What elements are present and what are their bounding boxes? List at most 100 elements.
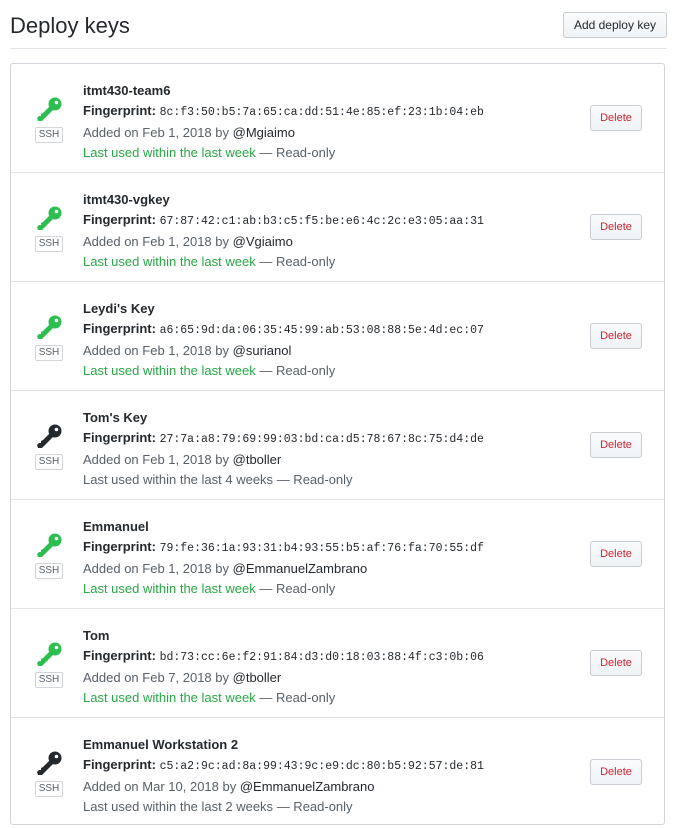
usage-line: Last used within the last 2 weeks — Read… <box>83 797 484 817</box>
ssh-badge: SSH <box>34 563 64 579</box>
deploy-keys-page: Deploy keys Add deploy key SSH itmt430-t… <box>0 0 673 829</box>
ssh-badge: SSH <box>34 781 64 797</box>
last-used: Last used within the last 2 weeks <box>83 799 274 814</box>
added-line: Added on Feb 7, 2018 by @tboller <box>83 668 484 688</box>
access-level: — Read-only <box>259 581 336 596</box>
key-icon-column: SSH <box>34 96 64 143</box>
key-icon-column: SSH <box>34 314 64 361</box>
key-icon-column: SSH <box>34 750 64 797</box>
access-level: — Read-only <box>259 363 336 378</box>
key-icon <box>37 315 62 339</box>
key-details: Emmanuel Fingerprint: 79:fe:36:1a:93:31:… <box>83 517 484 599</box>
added-line: Added on Feb 1, 2018 by @surianol <box>83 341 484 361</box>
ssh-badge: SSH <box>34 236 64 252</box>
fingerprint-value: bd:73:cc:6e:f2:91:84:d3:d0:18:03:88:4f:c… <box>159 651 484 664</box>
deploy-key-row: SSH itmt430-vgkey Fingerprint: 67:87:42:… <box>11 173 664 282</box>
last-used: Last used within the last week <box>83 581 256 596</box>
added-line: Added on Feb 1, 2018 by @EmmanuelZambran… <box>83 559 484 579</box>
added-by-user: @surianol <box>232 343 292 358</box>
fingerprint-value: 67:87:42:c1:ab:b3:c5:f5:be:e6:4c:2c:e3:0… <box>159 215 484 228</box>
key-icon <box>37 97 62 121</box>
key-name: itmt430-team6 <box>83 83 171 98</box>
last-used: Last used within the last week <box>83 254 256 269</box>
added-line: Added on Feb 1, 2018 by @Vgiaimo <box>83 232 484 252</box>
added-line: Added on Mar 10, 2018 by @EmmanuelZambra… <box>83 777 484 797</box>
key-name: Tom <box>83 628 110 643</box>
delete-key-button[interactable]: Delete <box>590 759 642 785</box>
deploy-key-row: SSH Emmanuel Workstation 2 Fingerprint: … <box>11 718 664 827</box>
last-used: Last used within the last week <box>83 690 256 705</box>
delete-key-button[interactable]: Delete <box>590 650 642 676</box>
page-header: Deploy keys Add deploy key <box>10 0 667 49</box>
fingerprint-value: 27:7a:a8:79:69:99:03:bd:ca:d5:78:67:8c:7… <box>159 433 484 446</box>
added-date: Added on Feb 1, 2018 by <box>83 561 230 576</box>
add-deploy-key-button[interactable]: Add deploy key <box>562 12 667 38</box>
deploy-key-row: SSH itmt430-team6 Fingerprint: 8c:f3:50:… <box>11 64 664 173</box>
key-details: itmt430-team6 Fingerprint: 8c:f3:50:b5:7… <box>83 81 484 163</box>
fingerprint-line: Fingerprint: 8c:f3:50:b5:7a:65:ca:dd:51:… <box>83 101 484 123</box>
key-details: Tom's Key Fingerprint: 27:7a:a8:79:69:99… <box>83 408 484 490</box>
fingerprint-label: Fingerprint: <box>83 757 156 772</box>
fingerprint-label: Fingerprint: <box>83 103 156 118</box>
fingerprint-line: Fingerprint: a6:65:9d:da:06:35:45:99:ab:… <box>83 319 484 341</box>
added-by-user: @EmmanuelZambrano <box>239 779 375 794</box>
key-details: Leydi's Key Fingerprint: a6:65:9d:da:06:… <box>83 299 484 381</box>
key-icon <box>37 424 62 448</box>
key-icon <box>37 533 62 557</box>
fingerprint-value: 79:fe:36:1a:93:31:b4:93:55:b5:af:76:fa:7… <box>159 542 484 555</box>
fingerprint-label: Fingerprint: <box>83 212 156 227</box>
deploy-key-row: SSH Tom Fingerprint: bd:73:cc:6e:f2:91:8… <box>11 609 664 718</box>
fingerprint-line: Fingerprint: bd:73:cc:6e:f2:91:84:d3:d0:… <box>83 646 484 668</box>
added-line: Added on Feb 1, 2018 by @tboller <box>83 450 484 470</box>
last-used: Last used within the last week <box>83 145 256 160</box>
added-date: Added on Feb 1, 2018 by <box>83 125 230 140</box>
page-title: Deploy keys <box>10 13 130 38</box>
added-by-user: @EmmanuelZambrano <box>232 561 368 576</box>
key-details: Emmanuel Workstation 2 Fingerprint: c5:a… <box>83 735 484 817</box>
key-icon-column: SSH <box>34 423 64 470</box>
key-icon <box>37 206 62 230</box>
added-date: Added on Feb 1, 2018 by <box>83 234 230 249</box>
added-date: Added on Feb 1, 2018 by <box>83 343 230 358</box>
key-icon <box>37 642 62 666</box>
key-name: Emmanuel <box>83 519 149 534</box>
ssh-badge: SSH <box>34 454 64 470</box>
fingerprint-line: Fingerprint: 27:7a:a8:79:69:99:03:bd:ca:… <box>83 428 484 450</box>
delete-key-button[interactable]: Delete <box>590 323 642 349</box>
access-level: — Read-only <box>276 799 353 814</box>
fingerprint-label: Fingerprint: <box>83 321 156 336</box>
delete-key-button[interactable]: Delete <box>590 432 642 458</box>
access-level: — Read-only <box>259 690 336 705</box>
fingerprint-label: Fingerprint: <box>83 430 156 445</box>
usage-line: Last used within the last week — Read-on… <box>83 688 484 708</box>
added-by-user: @tboller <box>232 452 282 467</box>
last-used: Last used within the last 4 weeks <box>83 472 274 487</box>
usage-line: Last used within the last week — Read-on… <box>83 579 484 599</box>
key-icon-column: SSH <box>34 532 64 579</box>
delete-key-button[interactable]: Delete <box>590 105 642 131</box>
usage-line: Last used within the last 4 weeks — Read… <box>83 470 484 490</box>
fingerprint-value: 8c:f3:50:b5:7a:65:ca:dd:51:4e:85:ef:23:1… <box>159 106 484 119</box>
ssh-badge: SSH <box>34 672 64 688</box>
fingerprint-line: Fingerprint: 67:87:42:c1:ab:b3:c5:f5:be:… <box>83 210 484 232</box>
fingerprint-label: Fingerprint: <box>83 539 156 554</box>
key-name: Leydi's Key <box>83 301 155 316</box>
added-by-user: @Mgiaimo <box>232 125 295 140</box>
delete-key-button[interactable]: Delete <box>590 541 642 567</box>
fingerprint-line: Fingerprint: c5:a2:9c:ad:8a:99:43:9c:e9:… <box>83 755 484 777</box>
fingerprint-value: c5:a2:9c:ad:8a:99:43:9c:e9:dc:80:b5:92:5… <box>159 760 484 773</box>
key-name: Emmanuel Workstation 2 <box>83 737 239 752</box>
fingerprint-line: Fingerprint: 79:fe:36:1a:93:31:b4:93:55:… <box>83 537 484 559</box>
access-level: — Read-only <box>276 472 353 487</box>
delete-key-button[interactable]: Delete <box>590 214 642 240</box>
ssh-badge: SSH <box>34 127 64 143</box>
deploy-keys-list: SSH itmt430-team6 Fingerprint: 8c:f3:50:… <box>10 63 665 825</box>
usage-line: Last used within the last week — Read-on… <box>83 143 484 163</box>
fingerprint-value: a6:65:9d:da:06:35:45:99:ab:53:08:88:5e:4… <box>159 324 484 337</box>
deploy-key-row: SSH Emmanuel Fingerprint: 79:fe:36:1a:93… <box>11 500 664 609</box>
key-name: itmt430-vgkey <box>83 192 170 207</box>
usage-line: Last used within the last week — Read-on… <box>83 252 484 272</box>
added-date: Added on Mar 10, 2018 by <box>83 779 237 794</box>
added-line: Added on Feb 1, 2018 by @Mgiaimo <box>83 123 484 143</box>
added-by-user: @Vgiaimo <box>232 234 293 249</box>
